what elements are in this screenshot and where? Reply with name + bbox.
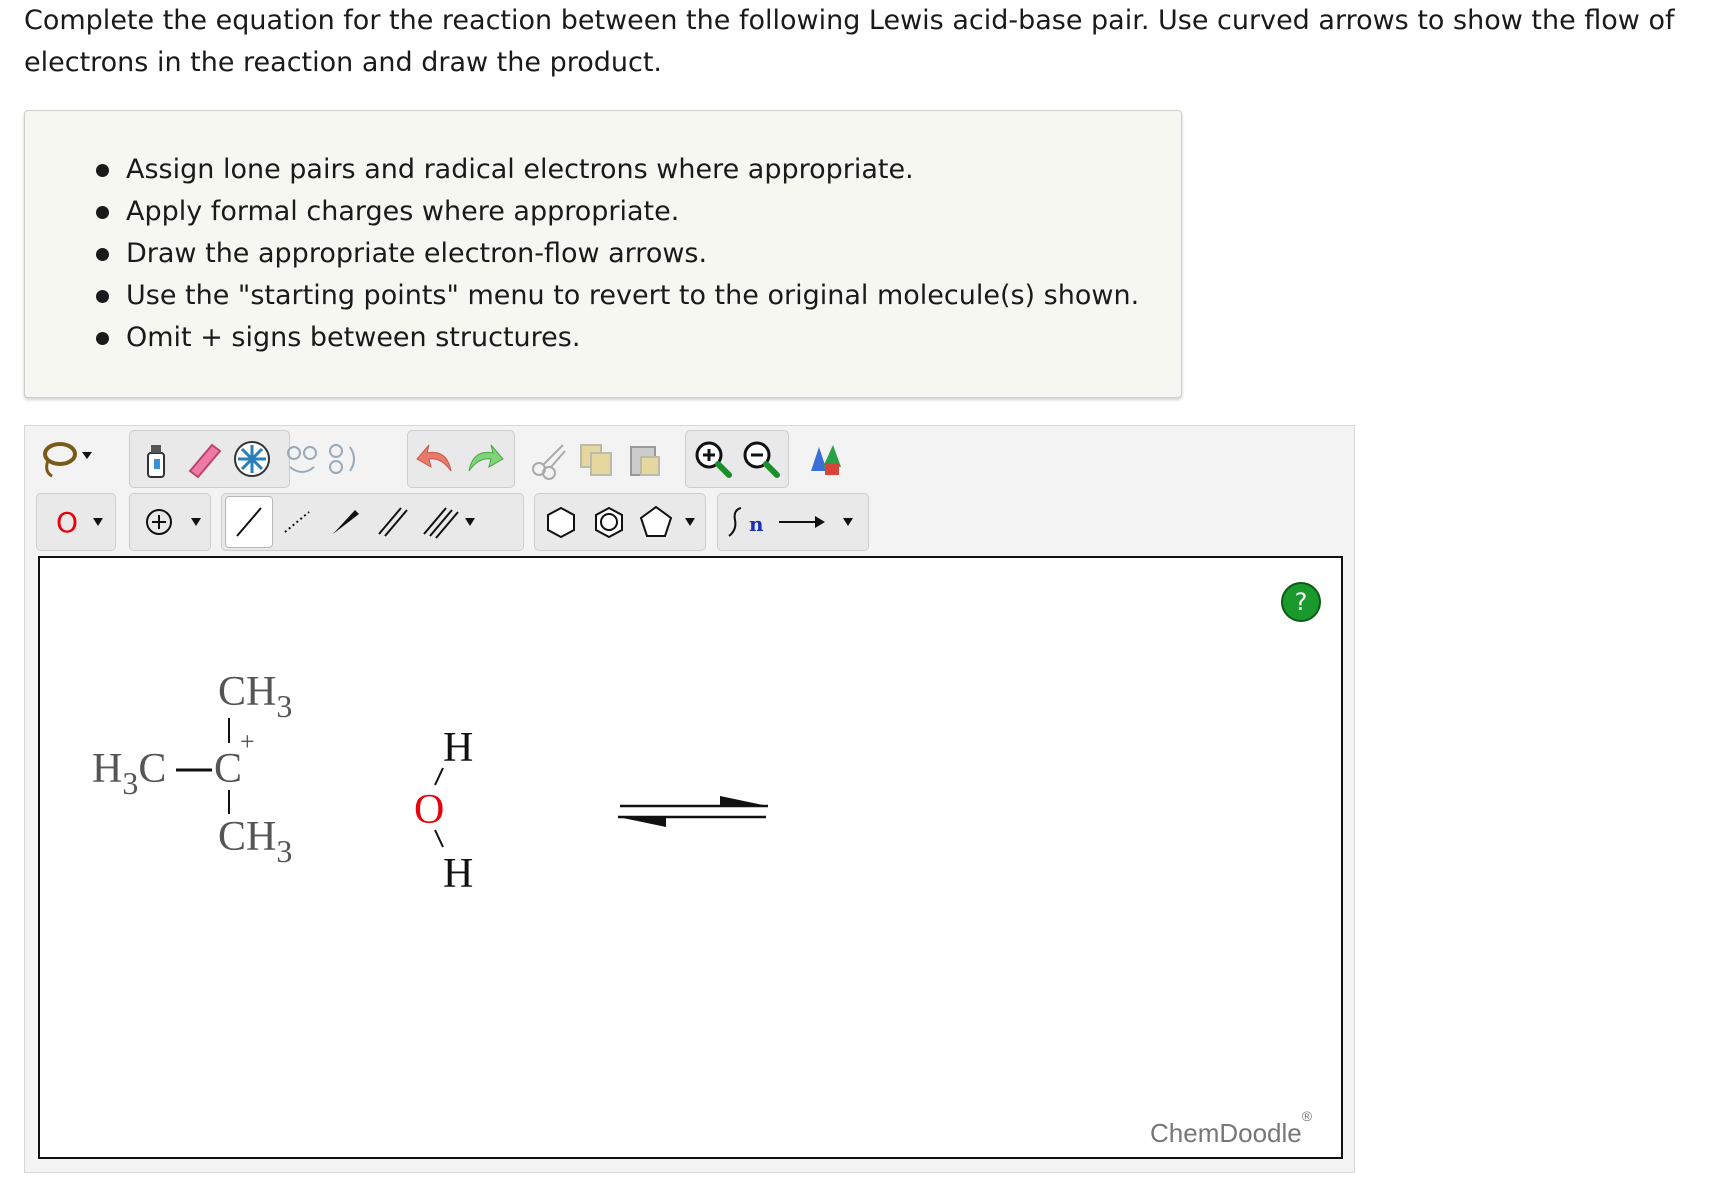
instruction-item: Use the "starting points" menu to revert… <box>96 275 1181 317</box>
chevron-down-icon <box>465 518 475 526</box>
water-oxygen: O <box>414 787 444 833</box>
arrow-right-icon <box>779 516 825 528</box>
equilibrium-arrow[interactable] <box>618 796 768 827</box>
prompt-line-2: electrons in the reaction and draw the p… <box>24 47 662 78</box>
repeat-unit-label: n <box>749 512 764 536</box>
triple-bond-icon <box>423 507 459 539</box>
chevron-down-icon <box>685 518 695 526</box>
templates-button[interactable] <box>801 433 849 485</box>
clear-tool-button[interactable] <box>132 433 180 485</box>
instructions-list: Assign lone pairs and radical electrons … <box>25 111 1181 359</box>
single-bond-button[interactable] <box>225 496 273 548</box>
instruction-item: Apply formal charges where appropriate. <box>96 191 1181 233</box>
dashed-bond-button[interactable] <box>273 496 321 548</box>
eraser-tool-button[interactable] <box>180 433 228 485</box>
flip-vertical-button[interactable] <box>318 433 366 485</box>
undo-button[interactable] <box>411 433 459 485</box>
brand-name: ChemDoodle <box>1150 1118 1302 1148</box>
arrow-tool-button[interactable] <box>771 496 865 548</box>
carbocation-molecule[interactable]: CH3 + H3C C CH3 <box>92 669 292 869</box>
cyclohexane-icon <box>547 506 575 539</box>
double-bond-button[interactable] <box>369 496 417 548</box>
paste-button[interactable] <box>621 433 669 485</box>
prompt-line-1: Complete the equation for the reaction b… <box>24 5 1675 36</box>
copy-button[interactable] <box>573 433 621 485</box>
flip-vertical-icon <box>329 444 355 474</box>
cyclopentane-icon <box>639 505 673 537</box>
double-bond-icon <box>378 507 408 537</box>
scissors-icon <box>532 444 566 480</box>
water-hydrogen-bottom: H <box>443 851 473 897</box>
benzene-button[interactable] <box>585 496 633 548</box>
redo-button[interactable] <box>461 433 509 485</box>
molecule-layer: CH3 + H3C C CH3 H O H <box>92 669 768 897</box>
chevron-down-icon <box>843 518 853 526</box>
paste-icon <box>630 446 660 476</box>
triple-bond-button[interactable] <box>417 496 483 548</box>
chemdoodle-brand: ChemDoodle® <box>1150 1108 1312 1149</box>
templates-icon <box>811 445 841 475</box>
chevron-down-icon <box>191 518 201 526</box>
lasso-tool-button[interactable] <box>36 432 100 484</box>
redo-icon <box>468 444 504 472</box>
cut-button[interactable] <box>525 433 573 485</box>
atom-oxygen-button[interactable]: O <box>41 496 111 548</box>
question-prompt: Complete the equation for the reaction b… <box>24 0 1724 84</box>
registered-mark: ® <box>1301 1108 1313 1124</box>
zoom-out-icon <box>743 441 780 478</box>
drawing-canvas[interactable]: ? CH3 + H3C C CH3 H O H ChemDoodle® <box>38 556 1343 1159</box>
repeat-unit-button[interactable]: n <box>721 496 769 548</box>
chevron-down-icon <box>93 518 103 526</box>
wedge-bond-button[interactable] <box>321 496 369 548</box>
center-tool-button[interactable] <box>228 433 276 485</box>
oh-bond-top <box>434 767 444 786</box>
water-hydrogen-top: H <box>443 725 473 771</box>
charge-plus-button[interactable] <box>133 496 207 548</box>
instruction-item: Draw the appropriate electron-flow arrow… <box>96 233 1181 275</box>
benzene-icon <box>595 506 623 539</box>
dashed-bond-icon <box>284 511 310 533</box>
atom-oxygen-label: O <box>55 505 79 539</box>
center-icon <box>234 441 270 477</box>
water-molecule[interactable]: H O H <box>414 725 473 897</box>
plus-charge-icon <box>146 509 172 535</box>
lasso-icon <box>43 442 92 478</box>
left-methyl-label: H3C <box>92 746 166 801</box>
bottom-methyl-label: CH3 <box>218 814 292 869</box>
wedge-bond-icon <box>333 510 359 534</box>
instruction-item: Assign lone pairs and radical electrons … <box>96 149 1181 191</box>
instruction-item: Omit + signs between structures. <box>96 317 1181 359</box>
top-methyl-label: CH3 <box>218 669 292 724</box>
copy-icon <box>580 444 612 476</box>
eraser-icon <box>188 443 222 479</box>
chemdoodle-sketcher: O n ? CH3 + H3C C CH3 H O H ChemDoodle® <box>24 425 1355 1173</box>
cyclopentane-button[interactable] <box>633 496 701 548</box>
cyclohexane-button[interactable] <box>537 496 585 548</box>
zoom-in-icon <box>695 441 732 478</box>
instructions-panel: Assign lone pairs and radical electrons … <box>24 110 1182 398</box>
carbocation-center-atom: C <box>214 746 242 792</box>
zoom-out-button[interactable] <box>737 433 785 485</box>
spray-bottle-icon <box>147 445 165 478</box>
zoom-in-button[interactable] <box>689 433 737 485</box>
undo-icon <box>416 444 452 472</box>
single-bond-icon <box>236 507 262 537</box>
carbocation-charge: + <box>240 727 255 756</box>
